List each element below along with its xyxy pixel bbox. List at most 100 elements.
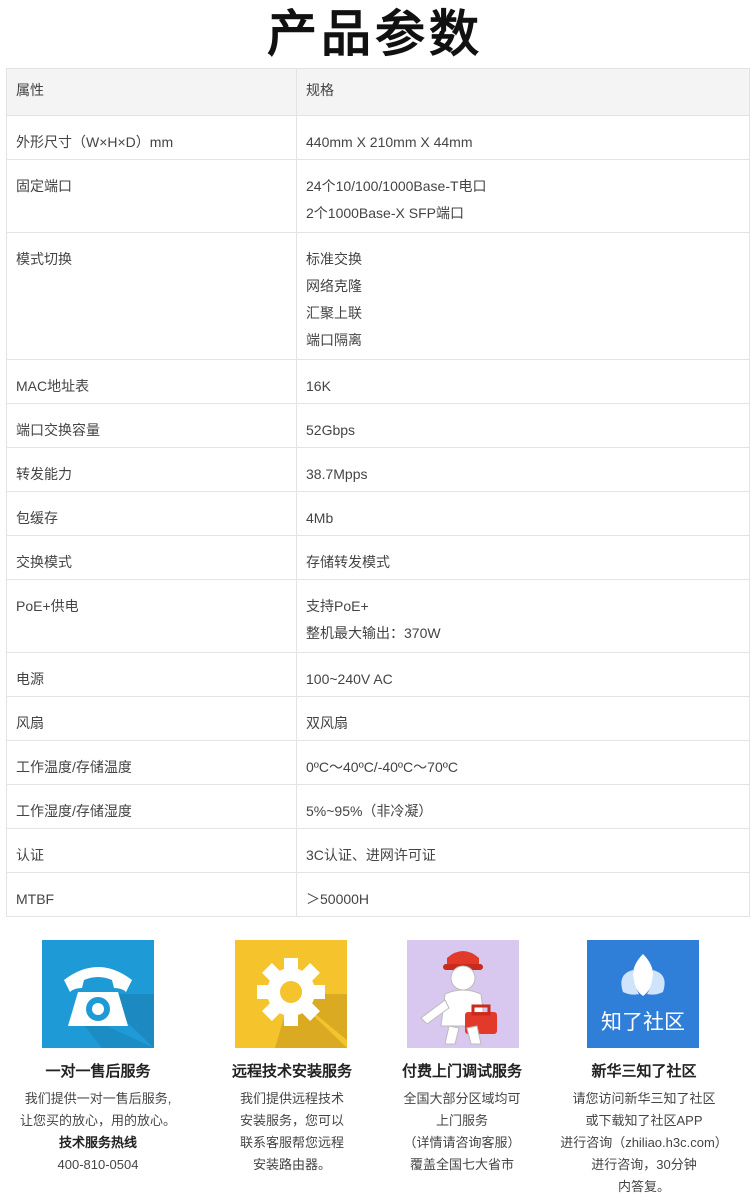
service-desc: 我们提供一对一售后服务, 让您买的放心，用的放心。 技术服务热线 400-810… <box>4 1088 192 1176</box>
value-cell: 存储转发模式 <box>296 535 750 580</box>
value-line: 24个10/100/1000Base-T电口 <box>306 178 487 194</box>
services-section: 一对一售后服务 我们提供一对一售后服务, 让您买的放心，用的放心。 技术服务热线… <box>0 938 750 1198</box>
table-header-row: 属性 规格 <box>6 68 750 116</box>
hotline-number: 400-810-0504 <box>57 1157 139 1172</box>
value-cell: 38.7Mpps <box>296 447 750 492</box>
service-line: 上门服务 <box>435 1113 488 1128</box>
service-line: 安装服务，您可以 <box>239 1113 344 1128</box>
service-desc: 我们提供远程技术 安装服务，您可以 联系客服帮您远程 安装路由器。 <box>198 1088 386 1176</box>
value-cell: ＞50000H <box>296 872 750 917</box>
value-cell: 双风扇 <box>296 696 750 741</box>
value-cell: 52Gbps <box>296 403 750 448</box>
header-val: 规格 <box>296 68 750 116</box>
value-cell: 100~240V AC <box>296 652 750 697</box>
value-cell: 16K <box>296 359 750 404</box>
value-line: 网络克隆 <box>306 278 362 294</box>
value-cell: 24个10/100/1000Base-T电口 2个1000Base-X SFP端口 <box>296 159 750 233</box>
value-cell: 5%~95%（非冷凝） <box>296 784 750 829</box>
value-line: 440mm X 210mm X 44mm <box>306 134 473 150</box>
service-line: 我们提供一对一售后服务, <box>24 1091 172 1106</box>
value-line: 16K <box>306 378 331 394</box>
community-logo-text: 知了社区 <box>601 1010 685 1034</box>
value-line: 标准交换 <box>306 251 362 267</box>
value-line: 存储转发模式 <box>306 554 390 570</box>
spec-table: 属性 规格 外形尺寸（W×H×D）mm 440mm X 210mm X 44mm 固… <box>6 68 750 917</box>
value-cell: 440mm X 210mm X 44mm <box>296 115 750 160</box>
attr-cell: 风扇 <box>6 696 297 741</box>
value-line: 双风扇 <box>306 715 348 731</box>
service-title: 新华三知了社区 <box>591 1063 697 1080</box>
value-line: 0ºC～40ºC/-40ºC～70ºC <box>306 759 458 775</box>
attr-cell: 固定端口 <box>6 159 297 233</box>
value-line: 端口隔离 <box>306 332 362 348</box>
attr-cell: PoE+供电 <box>6 579 297 653</box>
attr-cell: 模式切换 <box>6 232 297 360</box>
table-row: 认证 3C认证、进网许可证 <box>6 828 750 873</box>
service-line: 或下载知了社区APP <box>585 1113 703 1128</box>
table-row: 模式切换 标准交换网络克隆汇聚上联端口隔离 <box>6 232 750 360</box>
service-title: 远程技术安装服务 <box>231 1063 352 1080</box>
attr-cell: MAC地址表 <box>6 359 297 404</box>
table-row: 转发能力 38.7Mpps <box>6 447 750 492</box>
table-row: 交换模式 存储转发模式 <box>6 535 750 580</box>
table-row: 工作湿度/存储湿度 5%~95%（非冷凝） <box>6 784 750 829</box>
attr-cell: MTBF <box>6 872 297 917</box>
attr-cell: 外形尺寸（W×H×D）mm <box>6 115 297 160</box>
service-desc: 请您访问新华三知了社区 或下载知了社区APP 进行咨询（zhiliao.h3c.… <box>550 1088 738 1198</box>
value-cell: 标准交换网络克隆汇聚上联端口隔离 <box>296 232 750 360</box>
value-line: 汇聚上联 <box>306 305 362 321</box>
service-line: 我们提供远程技术 <box>239 1091 344 1106</box>
value-cell: 4Mb <box>296 491 750 536</box>
table-row: 外形尺寸（W×H×D）mm 440mm X 210mm X 44mm <box>6 115 750 160</box>
page-title: 产品参数 <box>267 5 483 63</box>
attr-cell: 交换模式 <box>6 535 297 580</box>
value-line: 52Gbps <box>306 422 356 438</box>
table-row: PoE+供电 支持PoE+ 整机最大输出：370W <box>6 579 750 653</box>
table-row: 包缓存 4Mb <box>6 491 750 536</box>
attr-cell: 工作湿度/存储湿度 <box>6 784 297 829</box>
hotline-label: 技术服务热线 <box>58 1135 137 1150</box>
table-row: 风扇 双风扇 <box>6 696 750 741</box>
table-row: 端口交换容量 52Gbps <box>6 403 750 448</box>
value-line: 支持PoE+ <box>306 598 369 614</box>
attr-cell: 电源 <box>6 652 297 697</box>
service-line: 进行咨询（zhiliao.h3c.com） <box>560 1135 728 1150</box>
value-cell: 支持PoE+ 整机最大输出：370W <box>296 579 750 653</box>
cicada-logo-icon: 知了社区 <box>587 940 699 1048</box>
value-line: 5%~95%（非冷凝） <box>306 803 433 819</box>
service-title: 一对一售后服务 <box>45 1063 151 1080</box>
value-line: 3C认证、进网许可证 <box>306 847 436 863</box>
value-line: 整机最大输出：370W <box>306 625 441 641</box>
attr-cell: 工作温度/存储温度 <box>6 740 297 785</box>
telephone-icon <box>42 940 154 1048</box>
value-line: 2个1000Base-X SFP端口 <box>306 205 464 221</box>
attr-cell: 端口交换容量 <box>6 403 297 448</box>
service-line: 全国大部分区域均可 <box>403 1091 521 1106</box>
service-title: 付费上门调试服务 <box>401 1063 522 1080</box>
service-line: （详情请咨询客服） <box>403 1135 521 1150</box>
table-row: MTBF ＞50000H <box>6 872 750 917</box>
technician-icon <box>407 940 519 1048</box>
service-line: 覆盖全国七大省市 <box>409 1157 514 1172</box>
table-row: 工作温度/存储温度 0ºC～40ºC/-40ºC～70ºC <box>6 740 750 785</box>
value-cell: 3C认证、进网许可证 <box>296 828 750 873</box>
service-line: 进行咨询，30分钟 <box>591 1157 697 1172</box>
header-attr: 属性 <box>6 68 297 116</box>
service-line: 请您访问新华三知了社区 <box>572 1091 716 1106</box>
table-row: MAC地址表 16K <box>6 359 750 404</box>
service-line: 安装路由器。 <box>252 1157 331 1172</box>
attr-cell: 转发能力 <box>6 447 297 492</box>
attr-cell: 认证 <box>6 828 297 873</box>
table-row: 电源 100~240V AC <box>6 652 750 697</box>
value-line: 4Mb <box>306 510 334 526</box>
value-line: ＞50000H <box>306 891 370 907</box>
value-line: 38.7Mpps <box>306 466 368 482</box>
service-line: 联系客服帮您远程 <box>239 1135 344 1150</box>
gear-icon <box>235 940 347 1048</box>
attr-cell: 包缓存 <box>6 491 297 536</box>
service-line: 内答复。 <box>617 1179 670 1194</box>
service-desc: 全国大部分区域均可 上门服务 （详情请咨询客服） 覆盖全国七大省市 <box>368 1088 556 1176</box>
service-line: 让您买的放心，用的放心。 <box>19 1113 176 1128</box>
value-line: 100~240V AC <box>306 671 393 687</box>
value-cell: 0ºC～40ºC/-40ºC～70ºC <box>296 740 750 785</box>
